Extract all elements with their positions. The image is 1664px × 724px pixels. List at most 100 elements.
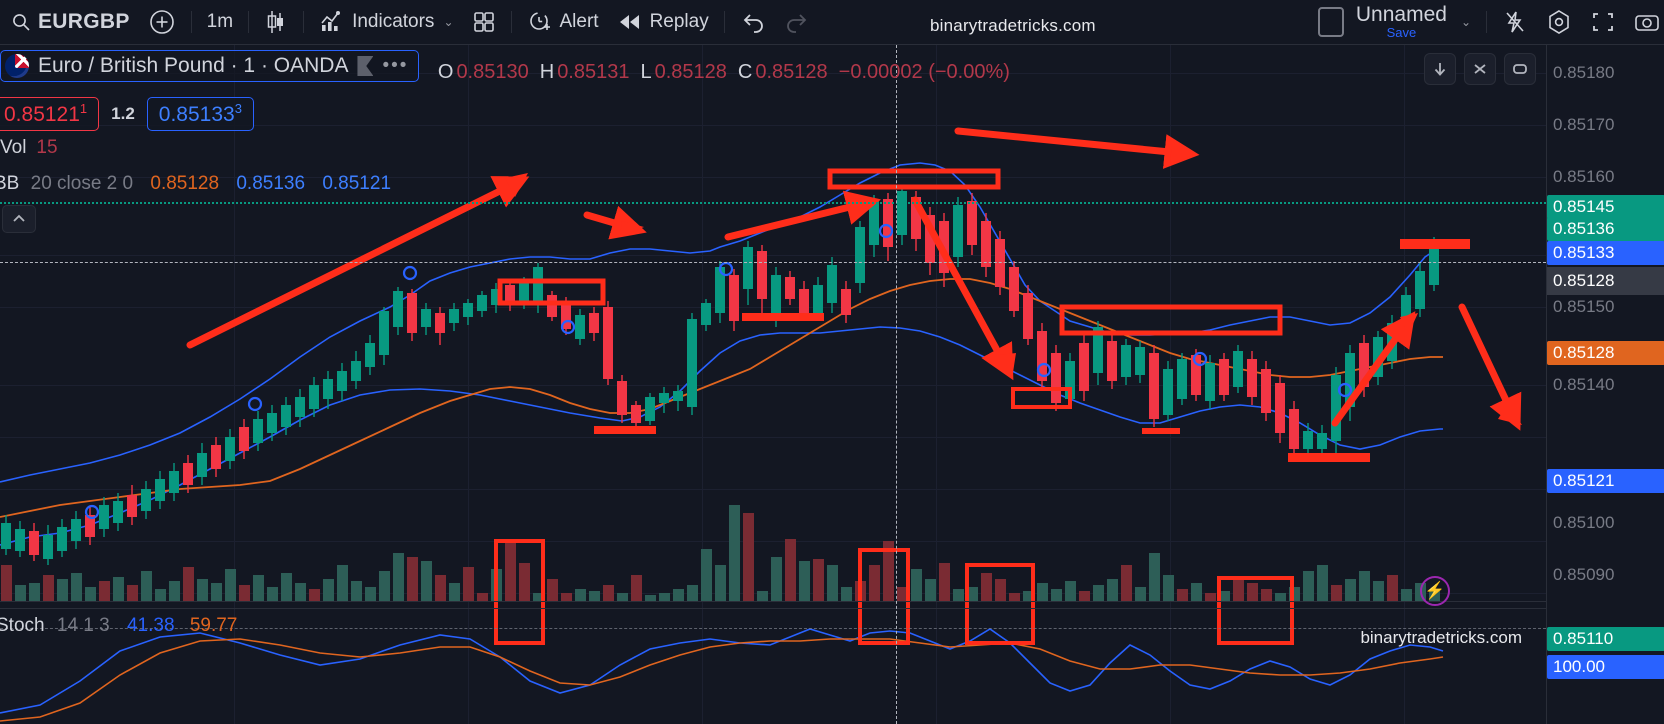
tradingview-chart-app: EURGBP 1m Indicators ⌄ Alert Replay bina… — [0, 0, 1664, 724]
collapse-pane-button[interactable] — [2, 205, 36, 233]
ohlc-c-value: 0.85128 — [755, 61, 828, 83]
search-icon — [11, 12, 31, 32]
ohlc-l-value: 0.85128 — [654, 61, 727, 83]
fullscreen-button[interactable] — [1581, 5, 1625, 39]
annotation-arrow-rising-mid — [724, 190, 882, 241]
candlestick-series — [1, 185, 1439, 565]
price-tick: 0.85160 — [1553, 167, 1615, 186]
annotation-volume-box-3 — [965, 563, 1035, 645]
interval-button[interactable]: 1m — [198, 5, 242, 39]
toolbar-divider — [1486, 11, 1487, 33]
ask-value: 0.85133 — [158, 103, 235, 126]
ohlc-change: −0.00002 (−0.00%) — [838, 61, 1010, 83]
volume-legend[interactable]: Vol 15 — [0, 137, 58, 159]
bb-upper-value: 0.85136 — [236, 173, 306, 194]
symbol-search-button[interactable]: EURGBP — [2, 5, 139, 39]
layout-name: Unnamed — [1355, 3, 1447, 27]
chevron-down-icon[interactable]: ⌄ — [443, 15, 453, 29]
layout-select-button[interactable]: Unnamed Save ⌄ — [1309, 4, 1480, 40]
gear-hex-icon — [1546, 9, 1572, 35]
ask-price-tag[interactable]: 0.851333 — [146, 97, 254, 131]
stoch-params: 14 1 3 — [56, 615, 110, 636]
arrow-down-icon — [1434, 63, 1446, 76]
bid-sup: 1 — [79, 101, 88, 116]
indicators-label: Indicators — [352, 11, 435, 32]
candlestick-icon — [264, 9, 288, 35]
price-label-high: 0.85145 — [1547, 195, 1664, 219]
toolbar-divider — [248, 11, 250, 33]
pane-control-buttons — [1424, 53, 1536, 85]
price-dashed-line — [0, 262, 1546, 263]
snapshot-button[interactable] — [1625, 5, 1664, 39]
volume-pane-separator — [0, 601, 1546, 602]
ohlc-o-label: O — [437, 61, 454, 83]
volume-value: 15 — [36, 137, 58, 158]
price-label-bb-upper: 0.85136 — [1547, 217, 1664, 241]
undo-arrow-icon — [740, 11, 766, 33]
lightning-badge-icon[interactable]: ⚡ — [1420, 576, 1450, 606]
chevron-up-icon — [13, 214, 25, 222]
quick-search-button[interactable] — [1493, 5, 1537, 39]
annotation-line-support-mid — [742, 313, 824, 321]
indicators-button[interactable]: Indicators ⌄ — [310, 5, 462, 39]
annotation-line-support-left — [594, 426, 656, 434]
price-label-volume: 0.85110 — [1547, 627, 1664, 651]
redo-button[interactable] — [775, 5, 819, 39]
crosshair-vertical — [896, 45, 897, 724]
toolbar-divider — [190, 11, 192, 33]
maximize-pane-button[interactable] — [1504, 53, 1536, 85]
save-button[interactable]: Save — [1387, 26, 1417, 40]
ohlc-h-value: 0.85131 — [557, 61, 630, 83]
ohlc-l-label: L — [640, 61, 652, 83]
annotation-arrow-down-far-right — [1458, 303, 1522, 431]
fullscreen-icon — [1590, 9, 1616, 35]
stoch-name: Stoch — [0, 615, 45, 636]
legend-title: Euro / British Pound · 1 · OANDA — [38, 54, 349, 77]
bid-price-tag[interactable]: 0.851211 — [0, 97, 100, 131]
price-tick: 0.85140 — [1553, 375, 1615, 394]
annotation-line-swing-low — [1142, 428, 1180, 434]
redo-arrow-icon — [784, 11, 810, 33]
alert-button[interactable]: Alert — [518, 5, 608, 39]
toolbar-divider — [510, 11, 512, 33]
price-dotted-line — [0, 202, 1546, 204]
price-tick: 0.85100 — [1553, 513, 1615, 532]
chart-canvas[interactable]: Euro / British Pound · 1 · OANDA ••• O 0.… — [0, 45, 1546, 724]
symbol-legend-row[interactable]: Euro / British Pound · 1 · OANDA ••• — [0, 50, 420, 82]
rewind-icon — [617, 11, 643, 33]
price-label-ask: 0.85133 — [1547, 241, 1664, 265]
volume-series — [1, 505, 1440, 601]
more-dots-icon[interactable]: ••• — [382, 55, 408, 77]
camera-icon — [1634, 9, 1660, 35]
stoch-d-value: 59.77 — [189, 615, 238, 636]
eu-gb-flag-icon — [5, 54, 29, 78]
collapse-pane-x-button[interactable] — [1464, 53, 1496, 85]
undo-button[interactable] — [731, 5, 775, 39]
annotation-line-support-lower-right — [1288, 453, 1370, 462]
ask-sup: 3 — [234, 101, 242, 116]
watermark-bottom: binarytradetricks.com — [1360, 628, 1522, 647]
chart-type-button[interactable] — [255, 5, 297, 39]
bb-params: 20 close 2 0 — [30, 173, 134, 194]
bb-lower-value: 0.85121 — [322, 173, 392, 194]
chevron-down-icon[interactable]: ⌄ — [1461, 15, 1471, 29]
replay-button[interactable]: Replay — [608, 5, 718, 39]
spread-value: 1.2 — [111, 104, 135, 123]
symbol-label: EURGBP — [38, 10, 130, 33]
price-axis[interactable]: 0.85180 0.85170 0.85160 0.85150 0.85140 … — [1546, 45, 1664, 724]
replay-label: Replay — [649, 11, 709, 32]
session-flag-icon — [357, 56, 374, 76]
settings-button[interactable] — [1537, 5, 1581, 39]
layout-name-wrap: Unnamed Save — [1356, 4, 1447, 40]
templates-button[interactable] — [463, 5, 505, 39]
add-symbol-button[interactable] — [139, 5, 185, 39]
bollinger-legend[interactable]: BB 20 close 2 0 0.85128 0.85136 0.85121 — [0, 173, 391, 195]
stoch-k-value: 41.38 — [126, 615, 175, 636]
price-tick: 0.85090 — [1553, 565, 1615, 584]
ohlc-h-label: H — [539, 61, 555, 83]
price-label-bb-basis: 0.85128 — [1547, 341, 1664, 365]
ohlc-readout: O 0.85130 H 0.85131 L 0.85128 C 0.85128 −0.0… — [438, 61, 1010, 84]
bid-ask-tags: 0.851211 1.2 0.851333 — [0, 97, 254, 131]
scroll-to-realtime-button[interactable] — [1424, 53, 1456, 85]
stochastic-legend[interactable]: Stoch 14 1 3 41.38 59.77 — [0, 615, 237, 637]
